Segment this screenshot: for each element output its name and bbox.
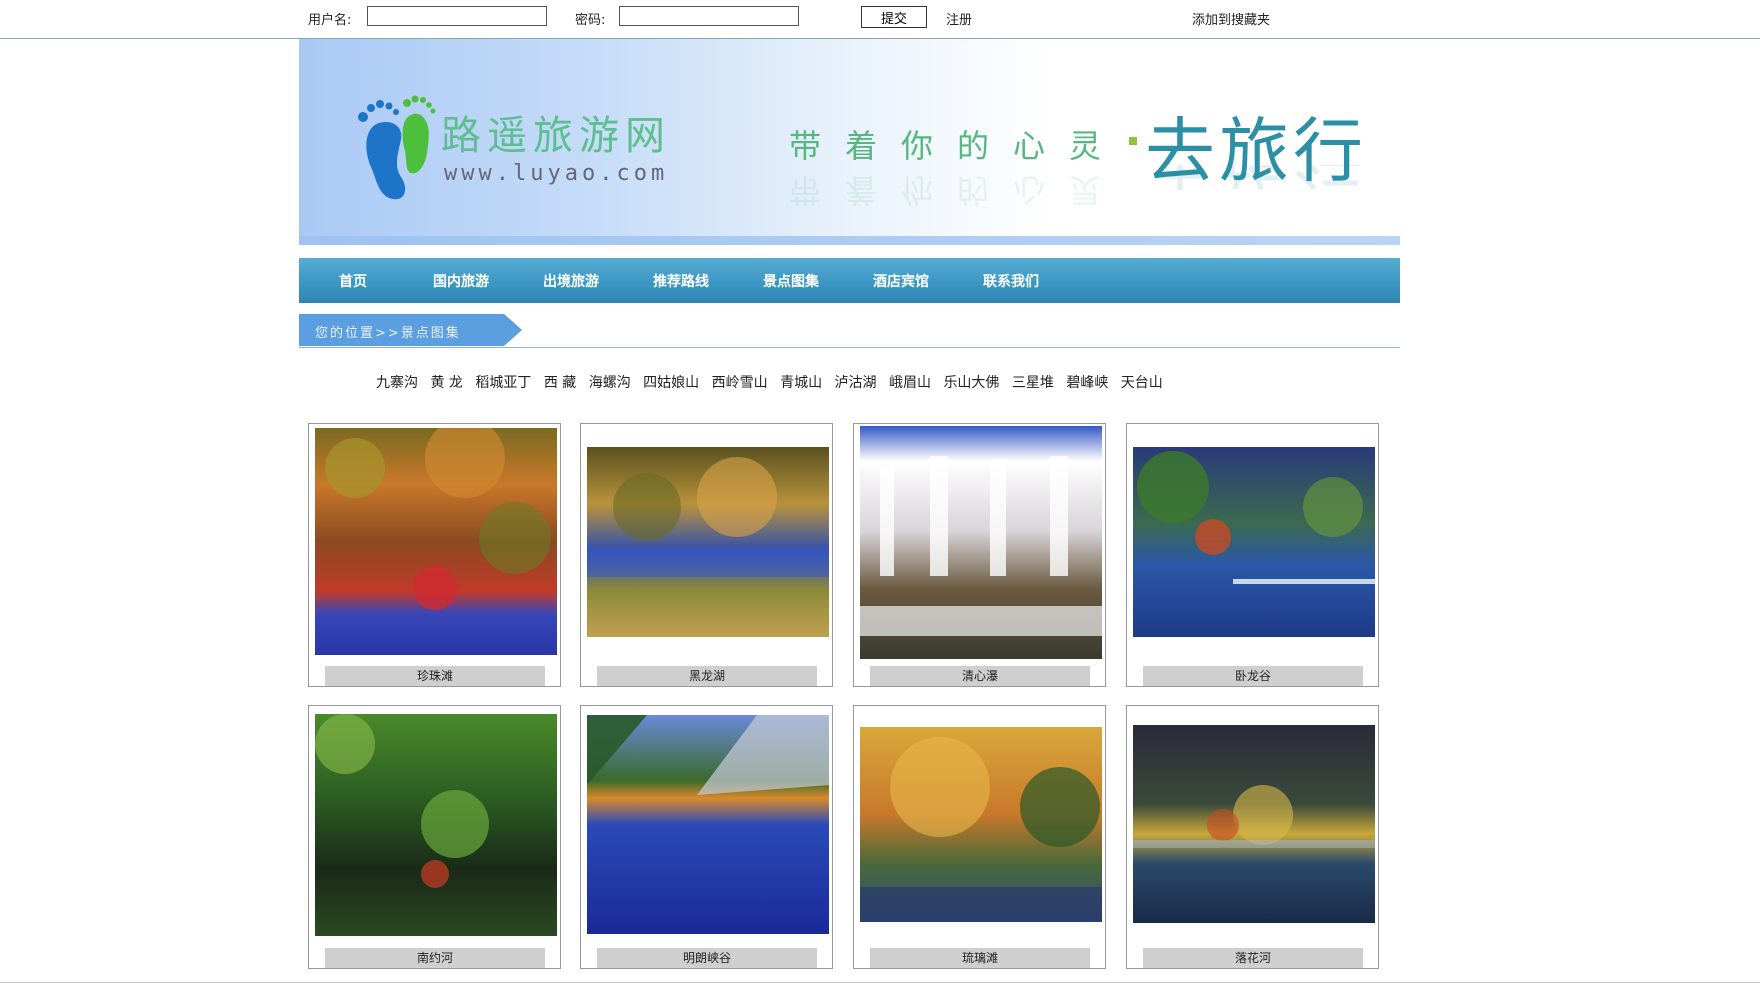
spot-link[interactable]: 青城山 — [780, 375, 822, 391]
scenery-photo — [860, 727, 1102, 922]
nav-routes[interactable]: 推荐路线 — [653, 271, 709, 291]
gallery-card[interactable]: 清心瀑 — [853, 423, 1106, 687]
gallery-card[interactable]: 南约河 — [308, 705, 561, 969]
scenery-photo — [587, 715, 829, 934]
gallery-card[interactable]: 卧龙谷 — [1126, 423, 1379, 687]
spot-link[interactable]: 三星堆 — [1012, 375, 1054, 391]
spot-link[interactable]: 泸沽湖 — [835, 375, 877, 391]
slogan-big-reflection: 去旅行 — [1145, 165, 1367, 211]
spot-link[interactable]: 乐山大佛 — [943, 375, 999, 391]
photo-caption: 琉璃滩 — [870, 948, 1090, 968]
photo-caption: 黑龙湖 — [597, 666, 817, 686]
nav-gallery[interactable]: 景点图集 — [763, 271, 819, 291]
footprint-logo-icon — [358, 95, 436, 200]
nav-home[interactable]: 首页 — [339, 271, 367, 291]
scenery-photo — [315, 428, 557, 655]
gallery-card[interactable]: 琉璃滩 — [853, 705, 1106, 969]
gallery-card[interactable]: 落花河 — [1126, 705, 1379, 969]
spot-link[interactable]: 黄 龙 — [430, 375, 462, 391]
spot-link[interactable]: 碧峰峡 — [1066, 375, 1108, 391]
slogan-dot — [1129, 137, 1137, 145]
nav-contact[interactable]: 联系我们 — [983, 271, 1039, 291]
photo-caption: 落花河 — [1143, 948, 1363, 968]
site-banner: 路遥旅游网 www.luyao.com 带着你的心灵 去旅行 带着你的心灵 去旅… — [299, 39, 1400, 245]
scenery-photo — [315, 714, 557, 936]
photo-caption: 珍珠滩 — [325, 666, 545, 686]
spot-link[interactable]: 西岭雪山 — [712, 375, 768, 391]
main-nav: 首页 国内旅游 出境旅游 推荐路线 景点图集 酒店宾馆 联系我们 — [299, 258, 1400, 303]
scenery-photo — [860, 426, 1102, 659]
submit-button[interactable]: 提交 — [861, 6, 927, 28]
add-favorite-link[interactable]: 添加到搜藏夹 — [1192, 9, 1270, 28]
gallery-card[interactable]: 明朗峡谷 — [580, 705, 833, 969]
username-label: 用户名: — [308, 13, 352, 28]
banner-stripe — [299, 236, 1400, 245]
photo-caption: 明朗峡谷 — [597, 948, 817, 968]
spot-link[interactable]: 西 藏 — [544, 375, 576, 391]
site-name: 路遥旅游网 — [441, 113, 671, 159]
page-bottom-divider — [0, 982, 1760, 983]
register-link[interactable]: 注册 — [946, 9, 972, 28]
breadcrumb: 您的位置>>景点图集 — [299, 314, 522, 346]
nav-hotels[interactable]: 酒店宾馆 — [873, 271, 929, 291]
scenery-photo — [587, 447, 829, 637]
login-bar: 用户名: 密码: 提交 注册 添加到搜藏夹 — [0, 0, 1760, 39]
password-input[interactable] — [619, 6, 799, 26]
site-url: www.luyao.com — [444, 161, 669, 186]
breadcrumb-divider — [299, 347, 1400, 348]
password-label: 密码: — [575, 13, 606, 28]
spot-link[interactable]: 九寨沟 — [376, 375, 418, 391]
photo-caption: 清心瀑 — [870, 666, 1090, 686]
spot-link[interactable]: 峨眉山 — [889, 375, 931, 391]
scenic-spot-links: 九寨沟 黄 龙 稻城亚丁 西 藏 海螺沟 四姑娘山 西岭雪山 青城山 泸沽湖 峨… — [376, 372, 1171, 392]
nav-outbound[interactable]: 出境旅游 — [543, 271, 599, 291]
spot-link[interactable]: 天台山 — [1121, 375, 1163, 391]
scenery-photo — [1133, 725, 1375, 923]
username-input[interactable] — [367, 6, 547, 26]
nav-domestic[interactable]: 国内旅游 — [433, 271, 489, 291]
breadcrumb-text: 您的位置>>景点图集 — [315, 326, 461, 341]
scenery-photo — [1133, 447, 1375, 637]
spot-link[interactable]: 四姑娘山 — [643, 375, 699, 391]
spot-link[interactable]: 海螺沟 — [589, 375, 631, 391]
spot-link[interactable]: 稻城亚丁 — [475, 375, 531, 391]
gallery-card[interactable]: 黑龙湖 — [580, 423, 833, 687]
photo-caption: 南约河 — [325, 948, 545, 968]
slogan-small-reflection: 带着你的心灵 — [789, 171, 1126, 209]
slogan-small: 带着你的心灵 — [789, 127, 1126, 165]
photo-caption: 卧龙谷 — [1143, 666, 1363, 686]
gallery-card[interactable]: 珍珠滩 — [308, 423, 561, 687]
